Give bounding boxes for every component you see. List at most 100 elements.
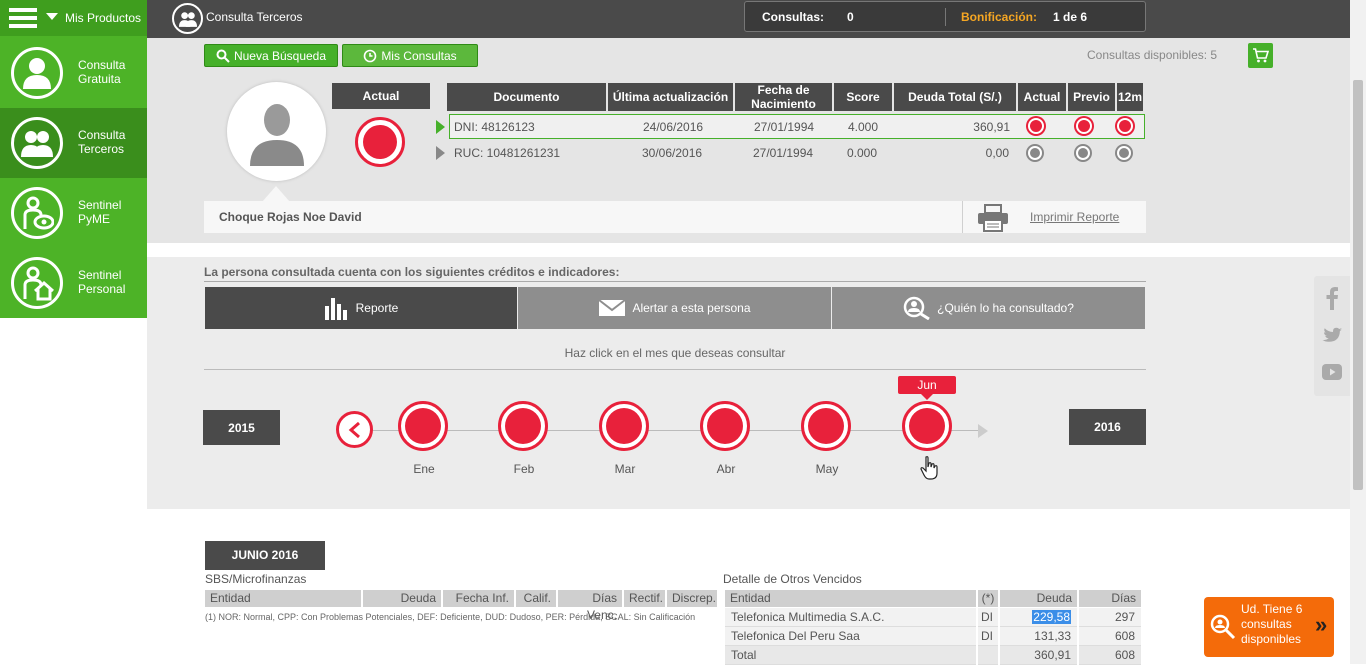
tab-reporte[interactable]: Reporte [205,287,517,329]
otros-tipo [978,646,998,665]
month-jun[interactable] [902,401,952,451]
otros-title: Detalle de Otros Vencidos [723,572,862,586]
row-deuda: 0,00 [985,146,1009,160]
row-actualizacion: 30/06/2016 [642,146,703,160]
sidebar: Mis Productos Consulta Gratuita Consulta T… [0,0,147,318]
sbs-col-fecha-inf: Fecha Inf. [443,590,514,607]
bar-chart-icon [324,298,347,320]
top-bar [0,0,1366,38]
otros-dias: 608 [1079,627,1141,646]
scrollbar[interactable] [1350,0,1366,664]
table-row: Telefonica Multimedia S.A.C. DI 229,58 2… [725,608,1143,627]
promo-text: Ud. Tiene 6 consultas disponibles [1241,602,1303,646]
search-icon [216,49,230,63]
divider [945,8,946,26]
row-nacimiento: 27/01/1994 [754,120,815,134]
otros-entidad: Telefonica Del Peru Saa [725,627,976,646]
nueva-busqueda-button[interactable]: Nueva Búsqueda [204,44,338,67]
sidebar-item-consulta-terceros[interactable]: Consulta Terceros [0,108,147,178]
col-deuda-total: Deuda Total (S/.) [894,83,1016,111]
sidebar-item-label: Sentinel [78,268,122,282]
tab-quien-consulto[interactable]: ¿Quién lo ha consultado? [832,287,1145,329]
group-icon [172,3,203,34]
sbs-col-deuda: Deuda [363,590,441,607]
facebook-icon[interactable] [1324,286,1340,310]
month-label: Mar [614,462,636,476]
chevron-down-icon [46,13,58,20]
hand-cursor-icon [920,456,938,480]
person-home-icon [11,257,63,309]
double-chevron-right-icon: » [1315,612,1328,637]
sbs-table-header: Entidad Deuda Fecha Inf. Calif. Días Ven… [205,590,719,622]
tab-label: ¿Quién lo ha consultado? [937,301,1074,315]
tab-label: Alertar a esta persona [632,301,751,315]
month-may[interactable] [801,401,851,451]
mis-consultas-button[interactable]: Mis Consultas [342,44,478,67]
play-icon [436,120,445,134]
sidebar-item-sentinel-pyme[interactable]: Sentinel PyME [0,178,147,248]
sidebar-item-label: Sentinel [78,198,122,212]
actual-header: Actual [332,83,430,109]
sidebar-item-label: Terceros [78,142,125,156]
twitter-icon[interactable] [1321,327,1343,345]
otros-col-deuda: Deuda [1000,590,1077,607]
hamburger-icon[interactable] [9,8,37,28]
otros-entidad: Telefonica Multimedia S.A.C. [725,608,976,627]
play-icon [436,146,445,160]
year-prev[interactable]: 2015 [203,410,280,445]
cart-icon[interactable] [1248,43,1273,68]
divider [204,281,1146,282]
credits-intro: La persona consultada cuenta con los sig… [204,265,620,279]
otros-entidad: Total [725,646,976,665]
month-mar[interactable] [599,401,649,451]
social-bar [1314,276,1350,396]
search-person-icon [903,296,930,320]
consultas-disponibles: Consultas disponibles: 5 [1087,48,1218,62]
clock-icon [364,49,377,62]
otros-table-header: Entidad (*) Deuda Días Venc. [725,590,1143,622]
sbs-note: (1) NOR: Normal, CPP: Con Problemas Pote… [205,612,696,622]
month-label: Abr [716,462,736,476]
sidebar-item-sentinel-personal[interactable]: Sentinel Personal [0,248,147,318]
tab-alertar[interactable]: Alertar a esta persona [518,287,831,329]
row-score: 4.000 [848,120,879,134]
month-ene[interactable] [398,401,448,451]
nueva-busqueda-label: Nueva Búsqueda [233,48,327,63]
table-row[interactable]: RUC: 10481261231 30/06/2016 27/01/1994 0… [449,141,1145,166]
col-documento: Documento [447,83,606,111]
imprimir-reporte-link[interactable]: Imprimir Reporte [1030,210,1119,224]
status-actual-dot [1028,118,1044,134]
col-score: Score [834,83,892,111]
month-label: Ene [413,462,435,476]
row-deuda: 360,91 [973,120,1010,134]
products-menu[interactable]: Mis Productos [0,0,147,36]
next-arrow-icon [978,424,988,438]
otros-col-dias: Días Venc. [1079,590,1141,622]
col-previo: Previo [1068,83,1115,111]
year-next[interactable]: 2016 [1069,409,1146,445]
chevron-left-icon [348,421,360,438]
col-ultima-actualizacion: Última actualización [608,83,733,111]
otros-col-entidad: Entidad [725,590,976,607]
divider [962,201,963,233]
month-label: Feb [513,462,535,476]
table-row[interactable]: DNI: 48126123 24/06/2016 27/01/1994 4.00… [449,114,1145,139]
otros-col-tipo: (*) [978,590,998,607]
otros-deuda-selected[interactable]: 229,58 [1032,610,1071,624]
promo-banner[interactable]: Ud. Tiene 6 consultas disponibles » [1204,597,1334,657]
youtube-icon[interactable] [1322,364,1342,380]
sbs-col-calif: Calif. [516,590,556,607]
sidebar-item-label: Consulta [78,58,126,72]
otros-deuda: 360,91 [1000,646,1077,665]
month-feb[interactable] [498,401,548,451]
sidebar-item-consulta-gratuita[interactable]: Consulta Gratuita [0,38,147,108]
prev-arrow-button[interactable] [336,411,373,448]
otros-dias: 297 [1079,608,1141,627]
printer-icon[interactable] [977,204,1009,232]
sbs-col-discrep: Discrep. [667,590,717,607]
status-12m-dot [1117,118,1133,134]
person-name-bar: Choque Rojas Noe David Imprimir Reporte [204,201,1146,233]
report-period-tab[interactable]: JUNIO 2016 [205,541,325,570]
sidebar-item-label: PyME [78,212,111,226]
month-abr[interactable] [700,401,750,451]
